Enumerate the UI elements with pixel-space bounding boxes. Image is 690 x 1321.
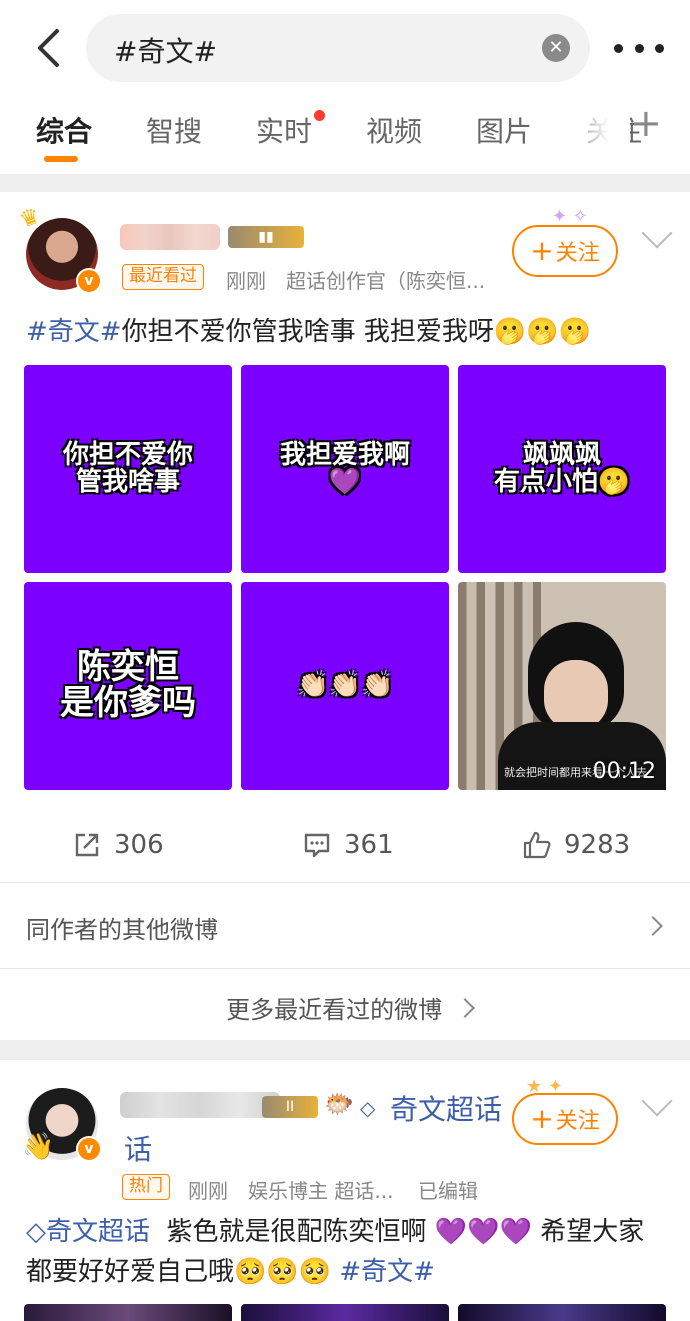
image-caption: 陈奕恒 是你爹吗 bbox=[60, 647, 196, 723]
post-body: 你担不爱你管我啥事 我担爱我呀🫢🫢🫢 bbox=[121, 317, 591, 347]
diamond-icon: ◇ bbox=[360, 1096, 376, 1120]
post-image[interactable]: 我担爱我啊 💜 bbox=[241, 365, 449, 573]
plus-icon: + bbox=[530, 234, 554, 267]
comment-button[interactable]: 361 bbox=[302, 830, 394, 860]
recently-viewed-tag: 最近看过 bbox=[122, 264, 204, 290]
comment-count: 361 bbox=[344, 830, 394, 860]
post-image[interactable]: 陈奕恒 是你爹吗 bbox=[24, 582, 232, 790]
post-image[interactable]: 你担不爱你 管我啥事 bbox=[24, 365, 232, 573]
chevron-down-icon[interactable] bbox=[641, 1085, 673, 1117]
verified-badge-icon: v bbox=[76, 1136, 102, 1162]
repost-icon bbox=[72, 830, 102, 860]
divider bbox=[0, 882, 690, 883]
plus-icon: + bbox=[530, 1102, 554, 1135]
chevron-right-icon bbox=[643, 916, 663, 936]
super-topic-link[interactable]: 奇文超话 bbox=[390, 1088, 502, 1128]
more-recent-label: 更多最近看过的微博 bbox=[226, 996, 443, 1024]
super-topic-link[interactable]: ◇奇文超话 bbox=[26, 1217, 150, 1247]
post-image[interactable]: 👏🏻👏🏻👏🏻 bbox=[241, 582, 449, 790]
active-tab-indicator bbox=[44, 156, 78, 162]
follow-button[interactable]: + 关注 bbox=[512, 225, 618, 277]
image-caption: 你担不爱你 管我啥事 bbox=[62, 439, 193, 497]
section-divider bbox=[0, 1040, 690, 1060]
post-image[interactable] bbox=[458, 1304, 666, 1321]
tab-images[interactable]: 图片 bbox=[476, 110, 532, 150]
search-query: #奇文# bbox=[114, 35, 217, 68]
tab-realtime[interactable]: 实时 bbox=[256, 110, 312, 150]
post-source: 超话创作官（陈奕恒... bbox=[286, 269, 486, 293]
chevron-down-icon[interactable] bbox=[641, 217, 673, 249]
tab-comprehensive[interactable]: 综合 bbox=[36, 110, 92, 150]
post-text: ◇奇文超话 紫色就是很配陈奕恒啊 💜💜💜 希望大家都要好好爱自己哦🥺🥺🥺 #奇文… bbox=[26, 1212, 666, 1292]
like-count: 9283 bbox=[564, 830, 631, 860]
tabs-fade bbox=[560, 96, 630, 168]
more-dots-icon[interactable] bbox=[614, 30, 664, 66]
follow-button[interactable]: + 关注 bbox=[512, 1093, 618, 1145]
username-blurred[interactable] bbox=[120, 224, 220, 250]
plus-icon[interactable]: + bbox=[630, 104, 662, 142]
member-level-badge: ▮▮ bbox=[228, 226, 304, 248]
diamond-icon: ◇ bbox=[26, 1217, 46, 1247]
search-input[interactable]: #奇文# ✕ bbox=[86, 14, 590, 82]
post-video[interactable]: 就会把时间都用来看一个人去 00:12 bbox=[458, 582, 666, 790]
wave-hand-icon: 👋 bbox=[22, 1132, 55, 1162]
person-face bbox=[544, 660, 608, 730]
top-bar: #奇文# ✕ bbox=[0, 0, 690, 96]
sparkle-decoration-icon: ✦ ✧ bbox=[552, 206, 588, 227]
image-caption: 👏🏻👏🏻👏🏻 bbox=[296, 670, 394, 701]
more-recent-posts-link[interactable]: 更多最近看过的微博 bbox=[0, 990, 690, 1025]
post-source: 娱乐博主 超话... bbox=[248, 1179, 394, 1203]
follow-label: 关注 bbox=[555, 241, 600, 266]
like-button[interactable]: 9283 bbox=[522, 830, 630, 860]
follow-label: 关注 bbox=[555, 1109, 600, 1134]
username-blurred[interactable] bbox=[120, 1092, 280, 1118]
image-caption: 飒飒飒 有点小怕🫢 bbox=[493, 439, 631, 497]
verified-badge-icon: v bbox=[76, 268, 102, 294]
post-time: 刚刚 bbox=[188, 1179, 228, 1203]
member-level-badge: II bbox=[262, 1096, 318, 1118]
repost-count: 306 bbox=[114, 830, 164, 860]
hashtag-link[interactable]: #奇文# bbox=[26, 317, 122, 347]
notification-dot bbox=[314, 110, 325, 121]
other-posts-row[interactable]: 同作者的其他微博 bbox=[0, 884, 690, 968]
comment-icon bbox=[302, 830, 332, 860]
section-divider bbox=[0, 174, 690, 192]
tab-smart-search[interactable]: 智搜 bbox=[146, 110, 202, 150]
thumbs-up-icon bbox=[522, 830, 552, 860]
repost-button[interactable]: 306 bbox=[72, 830, 164, 860]
divider bbox=[0, 968, 690, 969]
image-caption: 我担爱我啊 💜 bbox=[279, 439, 410, 497]
super-topic-link-wrap[interactable]: 话 bbox=[124, 1128, 152, 1168]
video-duration: 00:12 bbox=[592, 759, 656, 784]
post-text: #奇文#你担不爱你管我啥事 我担爱我呀🫢🫢🫢 bbox=[26, 312, 666, 352]
fish-badge-icon: 🐡 bbox=[324, 1090, 354, 1118]
hashtag-link[interactable]: #奇文# bbox=[339, 1257, 435, 1287]
other-posts-label: 同作者的其他微博 bbox=[26, 916, 218, 944]
edited-label: 已编辑 bbox=[418, 1179, 478, 1203]
post-image[interactable] bbox=[241, 1304, 449, 1321]
post-actions: 306 361 9283 bbox=[0, 816, 690, 886]
chevron-right-icon bbox=[454, 998, 475, 1018]
super-topic-label: 奇文超话 bbox=[46, 1217, 151, 1247]
hot-tag: 热门 bbox=[122, 1174, 170, 1200]
post-time: 刚刚 bbox=[226, 269, 266, 293]
post-image[interactable]: 飒飒飒 有点小怕🫢 bbox=[458, 365, 666, 573]
tab-video[interactable]: 视频 bbox=[366, 110, 422, 150]
clear-circle-icon[interactable]: ✕ bbox=[542, 34, 570, 62]
post-image[interactable] bbox=[24, 1304, 232, 1321]
chevron-left-icon[interactable] bbox=[28, 24, 68, 72]
